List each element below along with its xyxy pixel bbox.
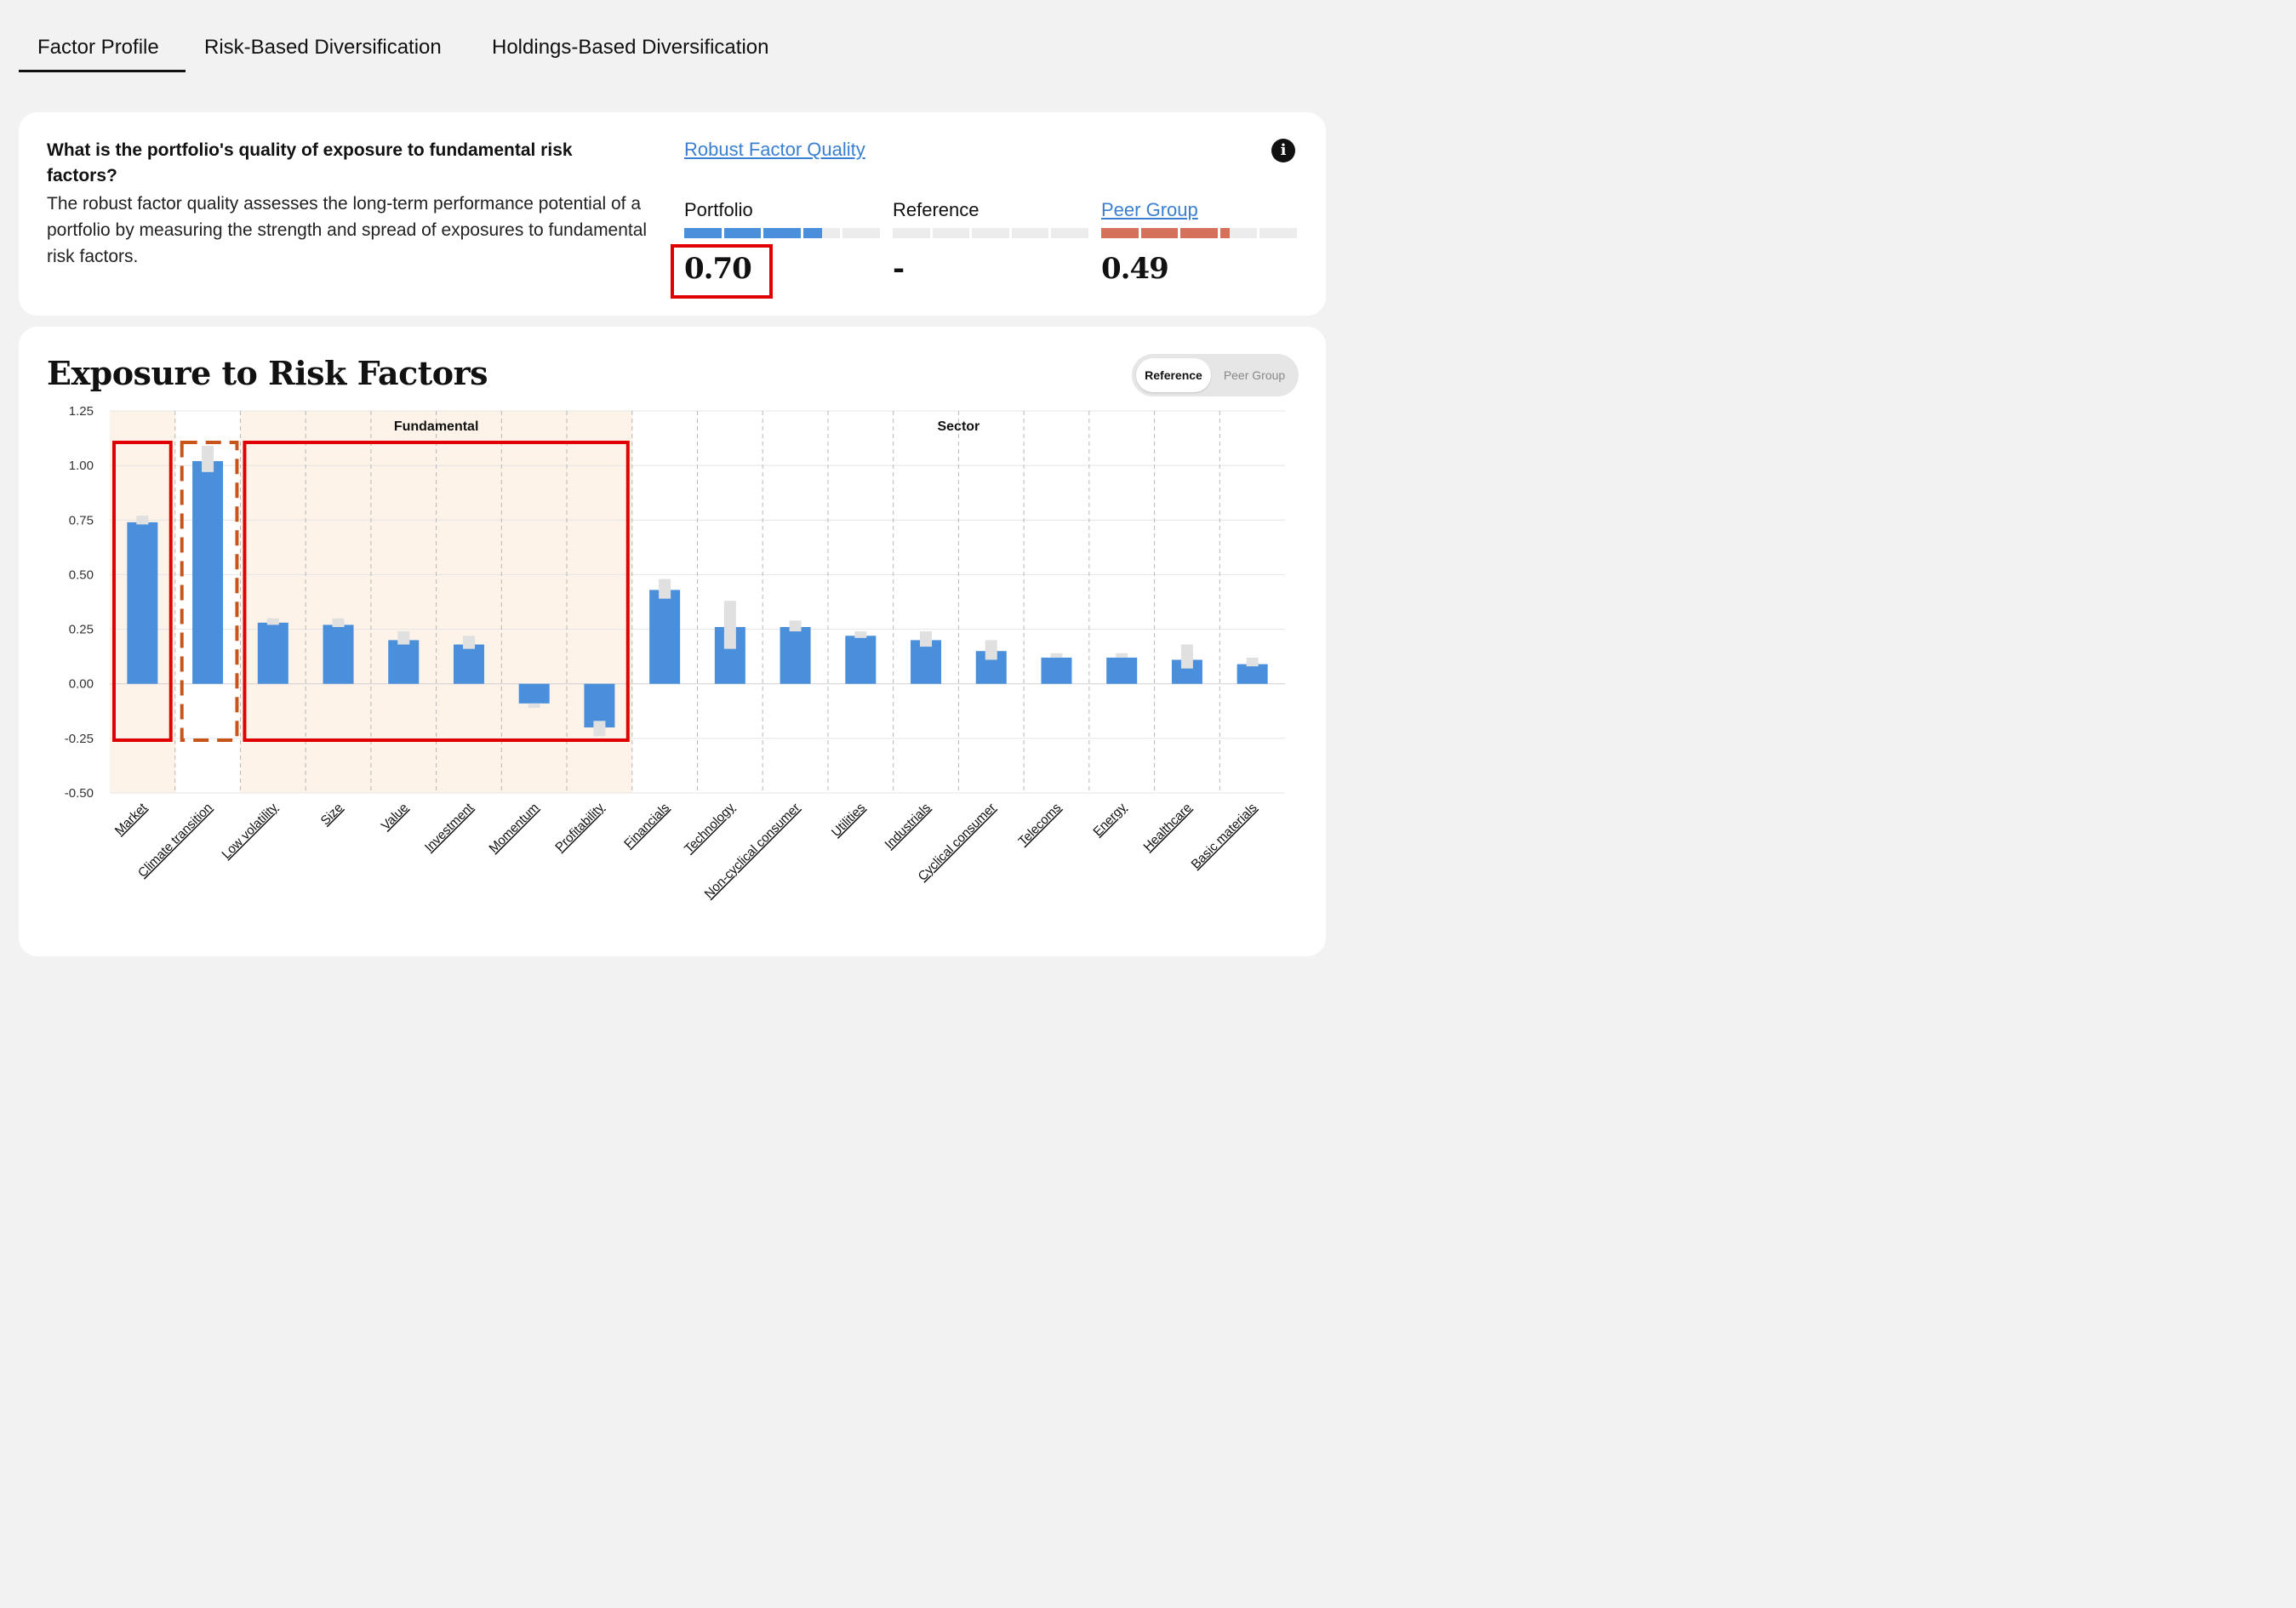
y-tick-label: 0.00 (69, 677, 94, 692)
reference-range-marker (1246, 657, 1259, 667)
category-label[interactable]: Healthcare (1140, 801, 1194, 854)
exposure-bar (780, 627, 811, 684)
y-tick-label: 1.25 (69, 404, 94, 419)
reference-range-marker (266, 618, 279, 625)
shaded-band (306, 411, 372, 793)
exposure-bar (845, 636, 877, 684)
group-label: Fundamental (394, 419, 479, 434)
category-label[interactable]: Technology (682, 800, 738, 856)
reference-range-marker (136, 516, 149, 525)
y-tick-label: 1.00 (69, 459, 94, 473)
reference-range-marker (593, 721, 606, 737)
y-tick-label: 0.75 (69, 513, 94, 527)
reference-range-marker (332, 618, 345, 628)
exposure-bar (192, 461, 224, 684)
category-label[interactable]: Basic materials (1189, 801, 1260, 872)
category-label[interactable]: Size (318, 801, 346, 829)
exposure-bar (1237, 664, 1268, 684)
y-tick-label: 0.25 (69, 623, 94, 637)
reference-range-marker (854, 631, 867, 638)
exposure-bar (649, 590, 681, 684)
reference-range-marker (1180, 644, 1193, 669)
exposure-bar (1041, 657, 1072, 684)
category-label[interactable]: Investment (422, 800, 477, 854)
category-label[interactable]: Value (379, 801, 411, 833)
exposure-bar (323, 624, 354, 684)
category-label[interactable]: Telecoms (1015, 801, 1064, 849)
category-label[interactable]: Profitability (552, 800, 607, 854)
category-label[interactable]: Market (112, 800, 151, 838)
reference-range-marker (1116, 653, 1128, 658)
exposure-bar (388, 640, 420, 684)
exposure-bar (453, 644, 484, 684)
exposure-bar (257, 622, 288, 684)
exposure-bar-chart: 1.25 1.00 0.75 0.50 0.25 0.00 -0.25 -0.50 Fundam… (65, 404, 1285, 902)
reference-range-marker (659, 579, 671, 599)
category-label[interactable]: Low volatility (219, 800, 281, 862)
exposure-bar (518, 683, 550, 704)
shaded-band (501, 411, 568, 793)
reference-range-marker (985, 640, 997, 660)
y-tick-label: -0.50 (65, 786, 94, 801)
category-label[interactable]: Financials (621, 801, 672, 852)
exposure-bar (1106, 657, 1138, 684)
reference-range-marker (1050, 653, 1063, 658)
category-label[interactable]: Utilities (829, 801, 868, 840)
reference-range-marker (528, 703, 540, 708)
category-label[interactable]: Momentum (486, 801, 541, 856)
reference-range-marker (202, 446, 214, 472)
y-tick-label: 0.50 (69, 567, 94, 582)
y-tick-label: -0.25 (65, 732, 94, 746)
reference-range-marker (789, 620, 802, 632)
shaded-band (370, 411, 437, 793)
exposure-bar (127, 522, 158, 684)
category-label[interactable]: Industrials (882, 801, 933, 852)
reference-range-marker (920, 631, 933, 647)
reference-range-marker (397, 631, 410, 645)
shaded-band (436, 411, 502, 793)
category-label[interactable]: Energy (1090, 800, 1129, 839)
shaded-band (240, 411, 306, 793)
group-label: Sector (937, 419, 980, 434)
reference-range-marker (462, 636, 475, 649)
reference-range-marker (723, 601, 736, 649)
